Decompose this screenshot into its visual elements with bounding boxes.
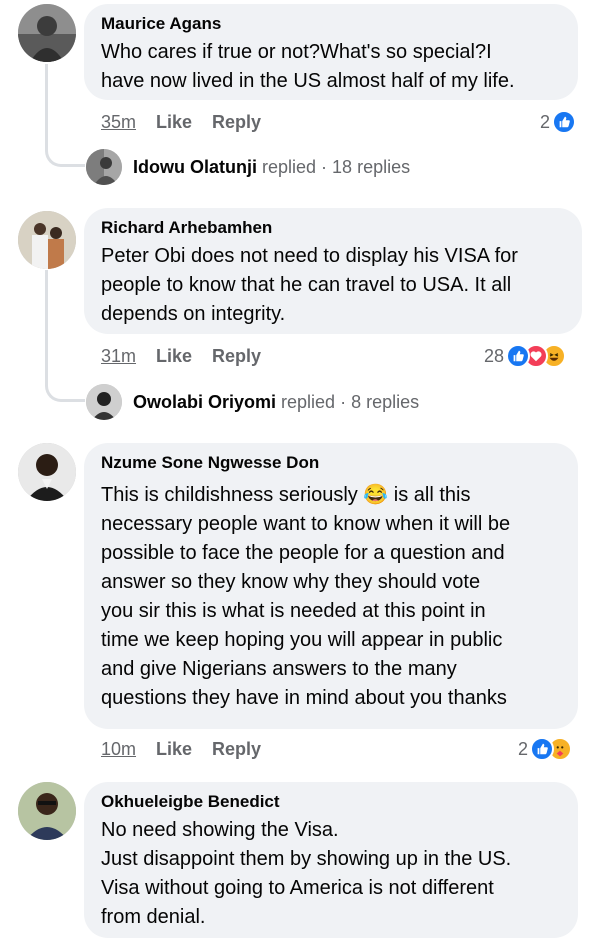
avatar[interactable]: [18, 443, 76, 501]
avatar[interactable]: [18, 211, 76, 269]
like-icon: [530, 737, 555, 761]
replied-label: replied: [262, 156, 317, 177]
avatar[interactable]: [18, 782, 76, 840]
reply-author: Idowu Olatunji: [133, 156, 257, 177]
comment-bubble: Okhueleigbe Benedict No need showing the…: [84, 782, 578, 938]
view-replies-link[interactable]: Idowu Olatunji replied · 18 replies: [133, 149, 410, 185]
comment-author[interactable]: Maurice Agans: [101, 14, 560, 34]
avatar-photo: [18, 4, 76, 62]
avatar-photo: [86, 149, 122, 185]
reaction-count: 2: [540, 112, 551, 132]
comment-text: Peter Obi does not need to display his V…: [101, 245, 518, 325]
comment-author[interactable]: Richard Arhebamhen: [101, 218, 564, 238]
reply-button[interactable]: Reply: [212, 112, 261, 132]
comment-bubble: Maurice Agans Who cares if true or not?W…: [84, 4, 578, 100]
comment-bubble: Nzume Sone Ngwesse Don This is childishn…: [84, 443, 578, 729]
view-replies-link[interactable]: Owolabi Oriyomi replied · 8 replies: [133, 384, 419, 420]
comment-bubble: Richard Arhebamhen Peter Obi does not ne…: [84, 208, 582, 334]
reply-count: 18 replies: [332, 156, 411, 177]
like-icon: [552, 110, 577, 134]
reaction-summary[interactable]: 2: [518, 735, 573, 763]
avatar-photo: [18, 782, 76, 840]
thread-line: [45, 270, 85, 402]
like-button[interactable]: Like: [156, 346, 192, 366]
comment-text: No need showing the Visa. Just disappoin…: [101, 819, 512, 928]
avatar[interactable]: [86, 149, 122, 185]
like-button[interactable]: Like: [156, 739, 192, 759]
comment-actions: 10m Like Reply: [101, 737, 281, 761]
comment-time[interactable]: 31m: [101, 346, 136, 366]
replied-label: replied: [281, 391, 336, 412]
comment-author[interactable]: Okhueleigbe Benedict: [101, 792, 560, 812]
separator-dot: ·: [321, 156, 328, 177]
thread-line: [45, 64, 85, 167]
reaction-count: 2: [518, 739, 529, 759]
comment-text: Who cares if true or not?What's so speci…: [101, 41, 515, 92]
reply-count: 8 replies: [351, 391, 420, 412]
like-icon: [506, 344, 531, 368]
avatar[interactable]: [86, 384, 122, 420]
avatar-photo: [18, 211, 76, 269]
separator-dot: ·: [340, 391, 347, 412]
comment-time[interactable]: 35m: [101, 112, 136, 132]
comment-actions: 31m Like Reply: [101, 344, 281, 368]
comment-author[interactable]: Nzume Sone Ngwesse Don: [101, 453, 560, 473]
avatar[interactable]: [18, 4, 76, 62]
reply-button[interactable]: Reply: [212, 739, 261, 759]
reaction-summary[interactable]: 28: [484, 342, 567, 370]
avatar-photo: [18, 443, 76, 501]
comment-time[interactable]: 10m: [101, 739, 136, 759]
comment-actions: 35m Like Reply: [101, 110, 281, 134]
reaction-summary[interactable]: 2: [540, 108, 577, 136]
like-button[interactable]: Like: [156, 112, 192, 132]
reply-author: Owolabi Oriyomi: [133, 391, 277, 412]
comment-text: This is childishness seriously 😂 is all …: [101, 484, 511, 709]
reply-button[interactable]: Reply: [212, 346, 261, 366]
reaction-count: 28: [484, 346, 505, 366]
avatar-photo: [86, 384, 122, 420]
